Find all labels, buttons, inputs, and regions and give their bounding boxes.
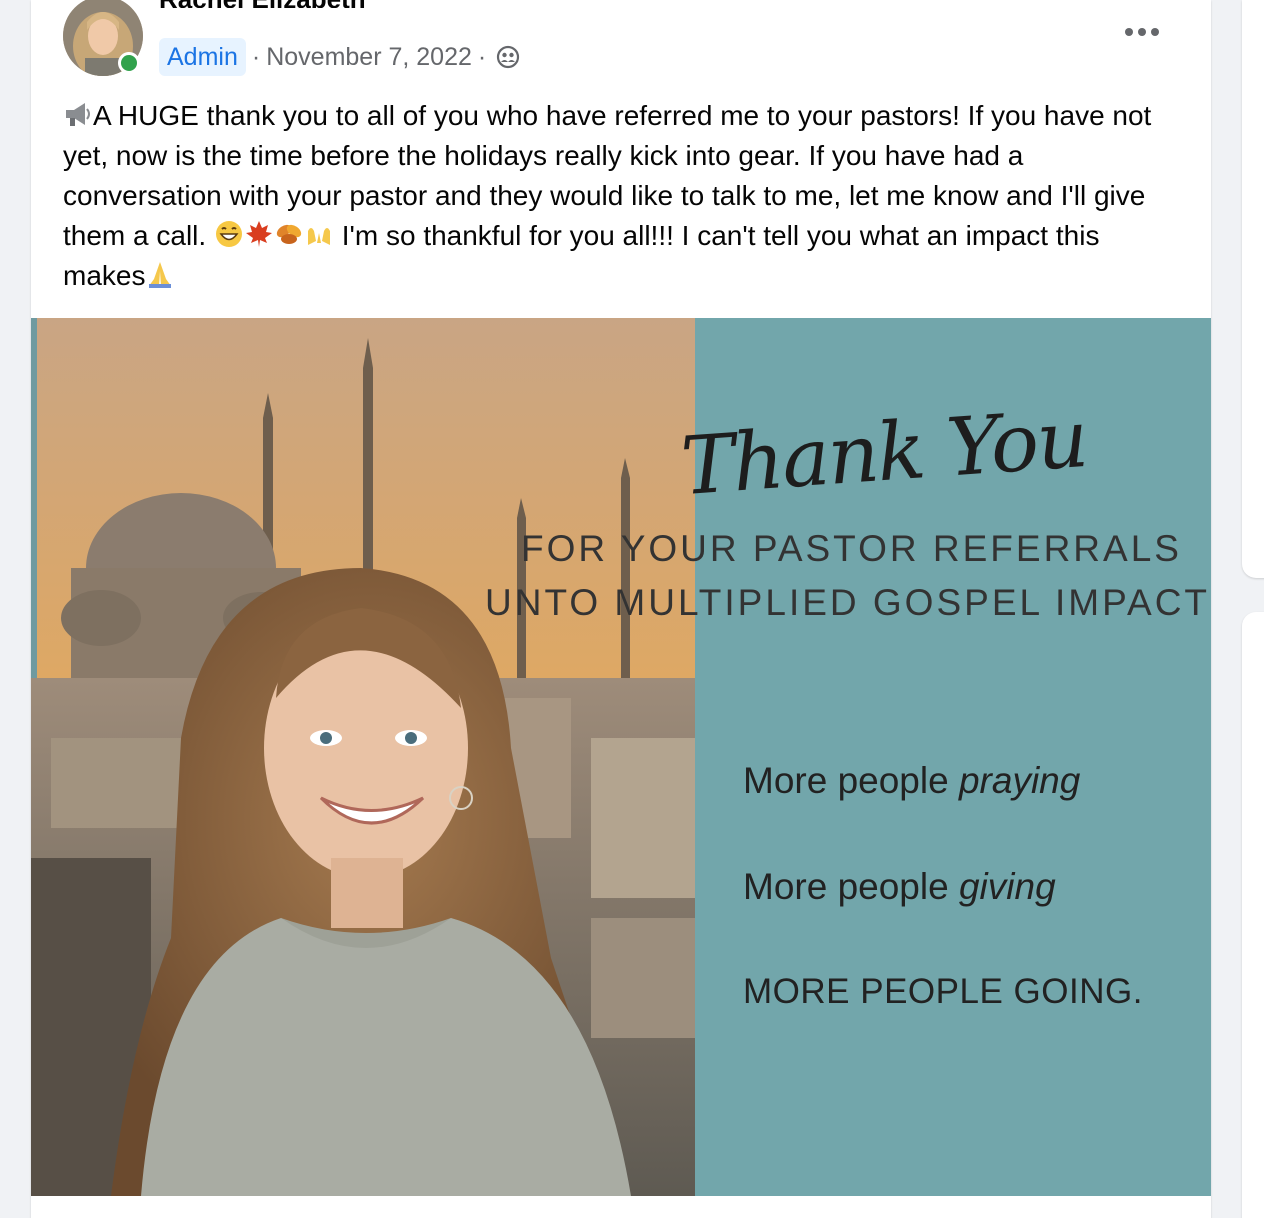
image-bullet-giving: More people giving bbox=[743, 866, 1056, 907]
post-image[interactable]: Thank You FOR YOUR PASTOR REFERRALS UNTO… bbox=[31, 318, 1211, 1196]
raising-hands-icon bbox=[304, 219, 334, 249]
image-bullet-praying: More people praying bbox=[743, 760, 1081, 801]
more-options-button[interactable] bbox=[1117, 10, 1167, 54]
megaphone-icon bbox=[63, 99, 93, 129]
online-status-dot bbox=[118, 52, 140, 74]
group-members-icon[interactable] bbox=[496, 45, 520, 69]
admin-badge[interactable]: Admin bbox=[159, 38, 246, 76]
page: Rachel Elizabeth Admin · November 7, 202… bbox=[0, 0, 1264, 1218]
author-name[interactable]: Rachel Elizabeth bbox=[159, 0, 366, 8]
fallen-leaves-icon bbox=[274, 219, 304, 249]
right-panel-card-lower bbox=[1242, 612, 1264, 1218]
image-bullet-going: MORE PEOPLE GOING. bbox=[743, 972, 1143, 1011]
grinning-face-icon bbox=[214, 219, 244, 249]
image-subline-1: FOR YOUR PASTOR REFERRALS bbox=[521, 528, 1182, 569]
post-date[interactable]: November 7, 2022 bbox=[266, 43, 472, 72]
post-card: Rachel Elizabeth Admin · November 7, 202… bbox=[31, 0, 1211, 1218]
more-horizontal-icon bbox=[1125, 28, 1159, 36]
meta-separator-2: · bbox=[477, 42, 487, 71]
folded-hands-icon bbox=[145, 259, 175, 289]
post-meta: Admin · November 7, 2022 · bbox=[159, 38, 520, 76]
maple-leaf-icon bbox=[244, 219, 274, 249]
post-message: A HUGE thank you to all of you who have … bbox=[63, 96, 1183, 296]
image-subline-2: UNTO MULTIPLIED GOSPEL IMPACT bbox=[485, 582, 1211, 623]
meta-separator: · bbox=[251, 42, 261, 71]
right-panel-card bbox=[1242, 0, 1264, 578]
